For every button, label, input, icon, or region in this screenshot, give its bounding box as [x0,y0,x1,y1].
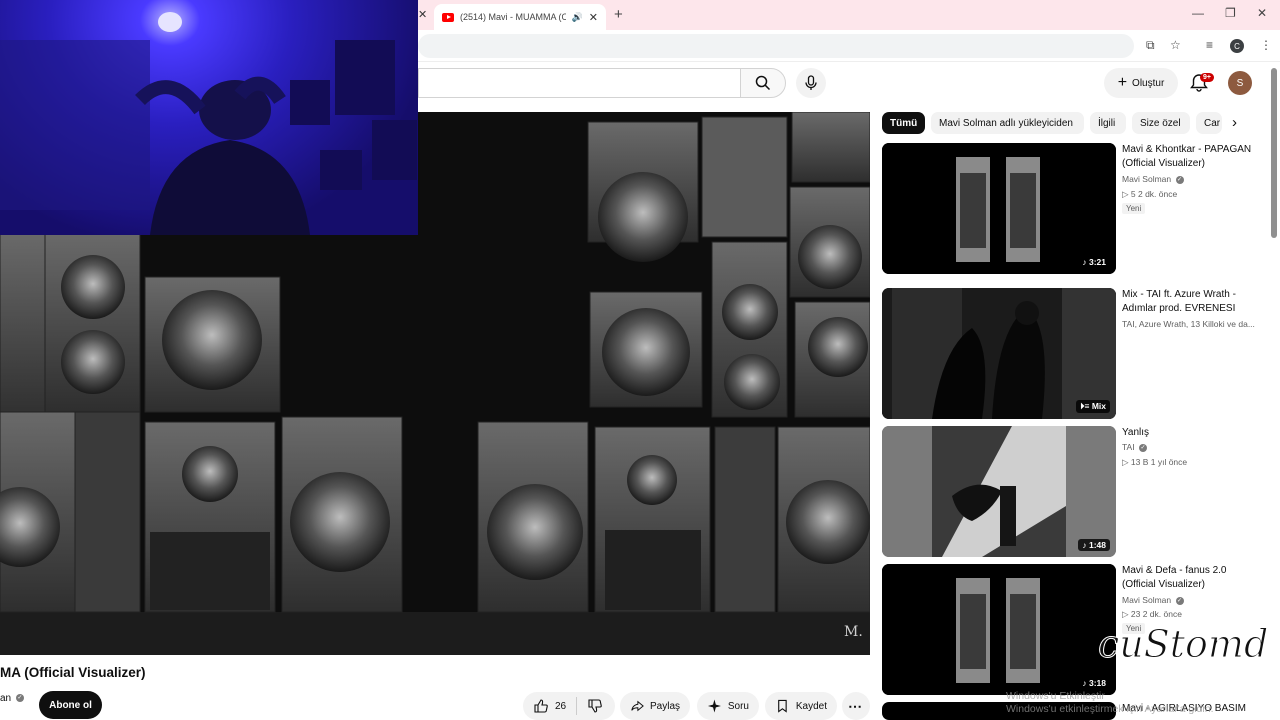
rec-thumbnail[interactable]: ♪ 3:21 [882,143,1116,274]
activation-line-1: Windows'u Etkinleştir [1006,690,1105,702]
rec-channel-text: Mavi Solman [1122,595,1172,605]
create-label: Oluştur [1132,77,1165,89]
album-art-ii [882,564,1116,695]
verified-icon: ✓ [1175,175,1184,184]
save-button[interactable]: Kaydet [765,692,837,720]
window-close-icon[interactable]: ✕ [1257,6,1267,20]
browser-profile-avatar[interactable]: C [1230,39,1244,53]
verified-icon: ✓ [1175,596,1184,605]
duration-badge: ♪ 3:18 [1078,677,1110,689]
windows-activation-watermark: Windows'u Etkinleştir Windows'u etkinleş… [1006,690,1213,716]
webcam-scene [0,12,417,235]
cast-icon[interactable]: ⧉ [1146,38,1155,53]
more-horizontal-icon: ⋯ [848,697,862,714]
reading-list-icon[interactable]: ≡ [1206,38,1213,52]
dislike-icon[interactable] [587,698,603,714]
webcam-overlay [0,0,418,235]
restore-icon[interactable]: ❐ [1225,6,1236,20]
subscribe-button[interactable]: Abone ol [39,691,102,719]
like-count: 26 [555,700,567,712]
chip-more[interactable]: Car [1196,112,1222,134]
search-button[interactable] [740,68,786,98]
sparkle-icon [707,699,721,713]
like-icon[interactable] [533,698,549,714]
tab-title: (2514) Mavi - MUAMMA (O [460,12,566,22]
bookmark-star-icon[interactable]: ☆ [1170,38,1181,52]
like-divider [576,697,578,715]
album-art-ii [882,143,1116,274]
duration-text: 3:21 [1088,257,1106,267]
rec-channel[interactable]: Mavi Solman ✓ [1122,174,1262,184]
rec-meta-text: 23 2 dk. önce [1130,609,1182,619]
ask-button[interactable]: Soru [697,692,759,720]
rec-channel[interactable]: TAI ✓ [1122,442,1262,452]
address-field[interactable] [418,34,1134,58]
new-badge: Yeni [1122,203,1146,214]
mix-badge: ⏵≡ Mix [1076,400,1110,413]
activation-line-2: Windows'u etkinleştirmek için Ayarlar'a … [1006,703,1214,715]
rec-thumbnail[interactable]: ♪ 1:48 [882,426,1116,557]
tab-youtube[interactable]: (2514) Mavi - MUAMMA (O 🔊 ✕ [434,4,606,30]
close-tab-icon[interactable]: ✕ [589,11,598,24]
channel-name[interactable]: an ✓ [0,693,24,704]
single-cover-art [882,426,1116,557]
verified-icon: ✓ [15,694,24,703]
rec-channel[interactable]: TAI, Azure Wrath, 13 Killoki ve da... [1122,319,1262,329]
rec-thumbnail[interactable]: ♪ 3:18 [882,564,1116,695]
bookmark-icon [778,699,787,713]
voice-search-button[interactable] [796,68,826,98]
rec-title[interactable]: Mix - TAI ft. Azure Wrath - Adımlar prod… [1122,288,1262,316]
rec-meta-text: 13 B 1 yıl önce [1130,457,1188,467]
notification-count-badge: 9+ [1200,73,1214,82]
chip-from-uploader[interactable]: Mavi Solman adlı yükleyiciden [931,112,1084,134]
like-dislike-group: 26 [523,692,615,720]
rec-meta: ▷ 23 2 dk. önce [1122,609,1182,619]
youtube-favicon-icon [442,12,454,22]
speaker-icon[interactable]: 🔊 [572,12,583,23]
rec-channel-text: TAI [1122,442,1135,452]
page-scrollbar[interactable] [1271,68,1277,238]
close-tab-icon[interactable]: ✕ [418,8,427,21]
save-label: Kaydet [795,700,827,712]
search-icon [755,75,771,91]
rec-channel[interactable]: Mavi Solman ✓ [1122,595,1262,605]
share-arrow-icon [631,700,644,712]
create-button[interactable]: + Oluştur [1104,68,1178,98]
duration-badge: ♪ 1:48 [1078,539,1110,551]
channel-name-text: an [0,693,12,704]
browser-menu-icon[interactable]: ⋮ [1260,38,1272,52]
ask-label: Soru [727,700,749,712]
minimize-icon[interactable]: — [1192,6,1204,20]
share-label: Paylaş [649,700,680,712]
video-title: MA (Official Visualizer) [0,665,146,680]
rec-title[interactable]: Yanlış [1122,426,1262,440]
search-input[interactable] [418,68,740,98]
chip-all[interactable]: Tümü [882,112,925,134]
custom-logo-overlay: cuStomd [1097,622,1269,667]
plus-icon: + [1117,74,1128,91]
new-tab-icon[interactable]: + [614,6,623,23]
rec-thumbnail[interactable]: ⏵≡ Mix [882,288,1116,419]
verified-icon: ✓ [1138,443,1147,452]
microphone-icon [805,75,817,90]
mix-label: Mix [1091,401,1106,411]
rec-meta: ▷ 5 2 dk. önce [1122,189,1178,199]
video-watermark: M. [844,624,863,640]
duration-badge: ♪ 3:21 [1078,256,1110,268]
chip-related[interactable]: İlgili [1090,112,1126,134]
chevron-right-icon[interactable]: › [1232,114,1237,131]
rec-meta-text: 5 2 dk. önce [1130,189,1178,199]
rec-channel-text: Mavi Solman [1122,174,1172,184]
share-button[interactable]: Paylaş [620,692,690,720]
chip-for-you[interactable]: Size özel [1132,112,1190,134]
account-avatar[interactable]: S [1228,71,1252,95]
more-actions-button[interactable]: ⋯ [842,692,870,720]
rec-meta: ▷ 13 B 1 yıl önce [1122,457,1188,467]
rec-title[interactable]: Mavi & Defa - fanus 2.0 (Official Visual… [1122,564,1262,592]
rec-title[interactable]: Mavi & Khontkar - PAPAGAN (Official Visu… [1122,143,1262,171]
duration-text: 3:18 [1088,678,1106,688]
duration-text: 1:48 [1088,540,1106,550]
